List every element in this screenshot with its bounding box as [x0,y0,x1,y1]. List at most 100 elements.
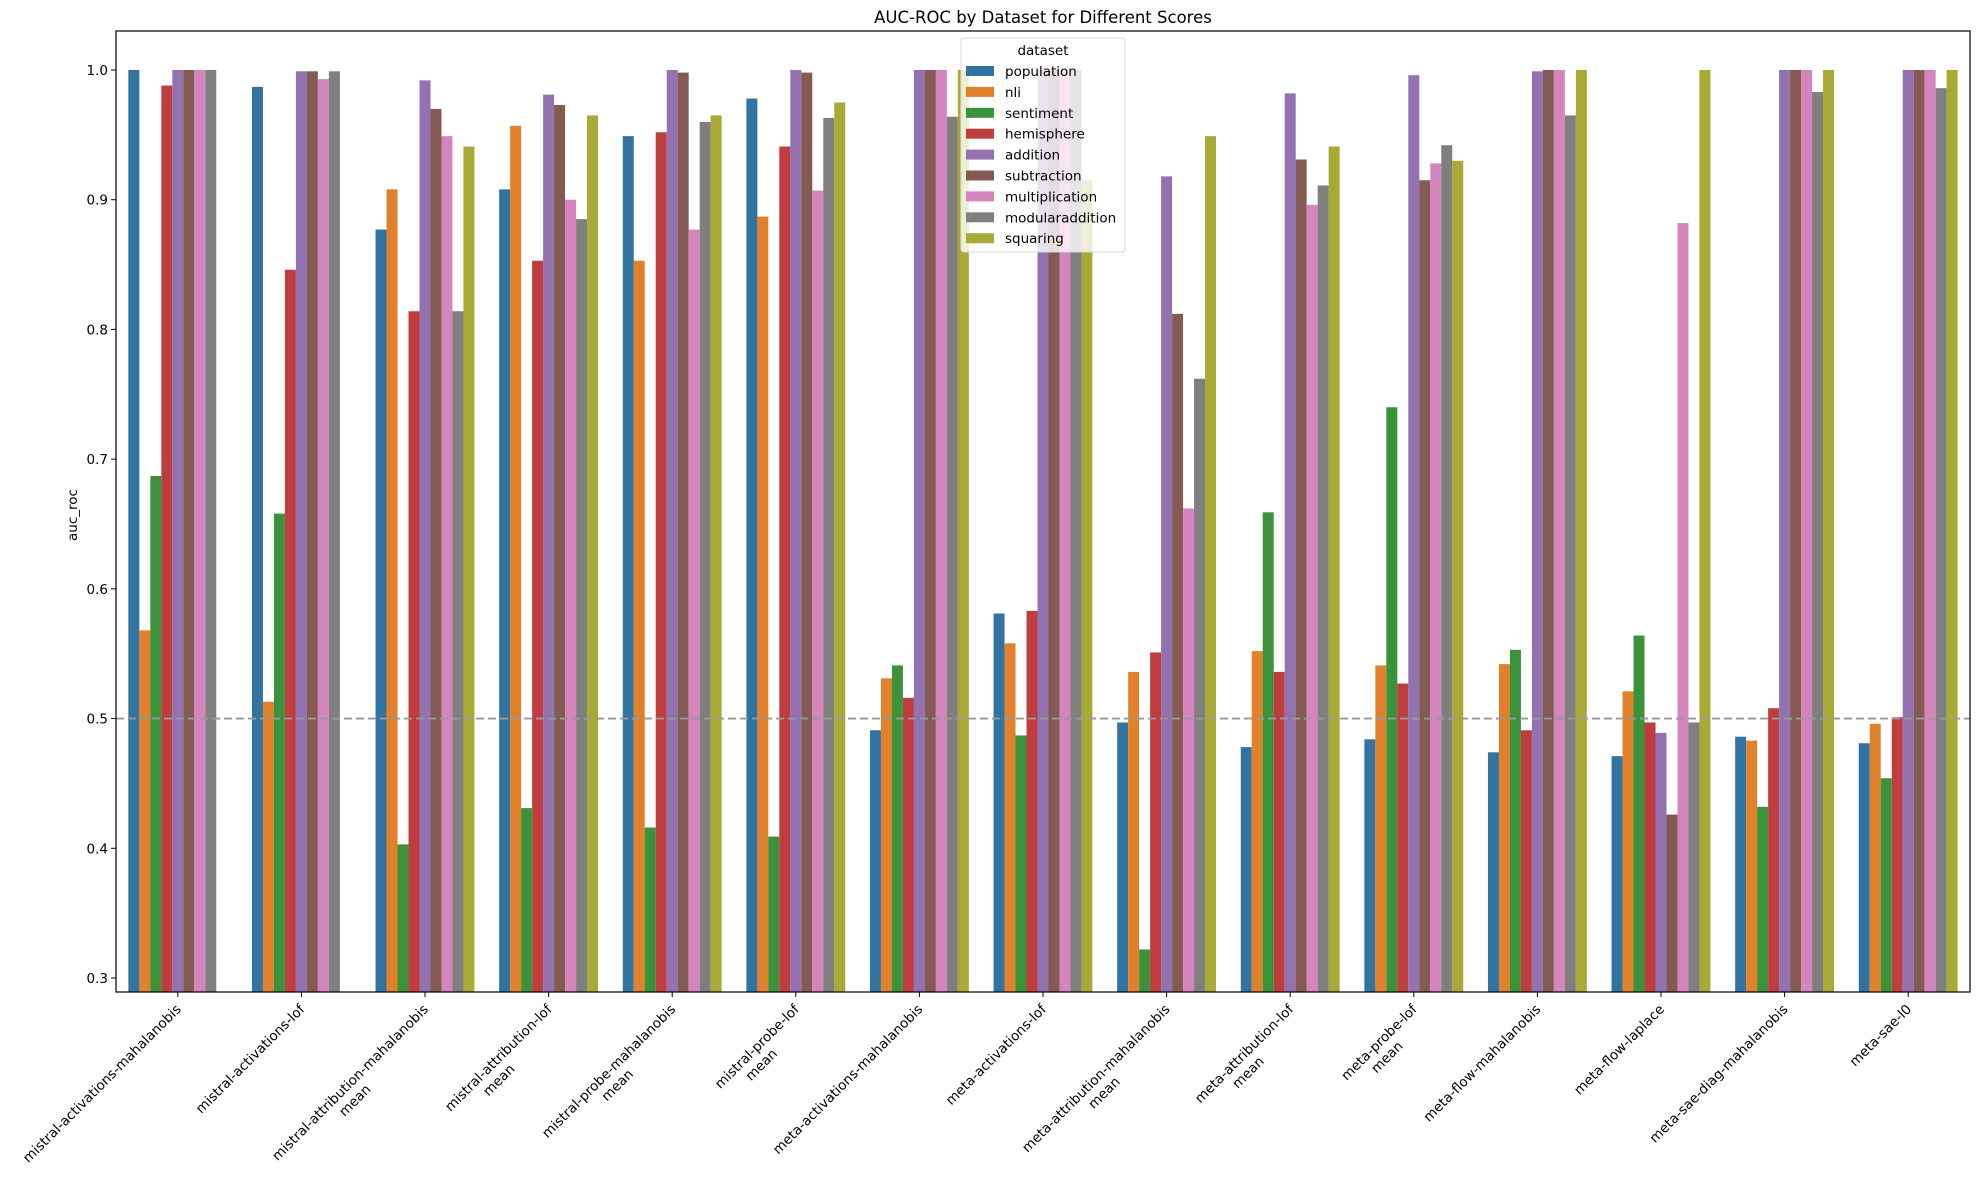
bar-hemisphere-8 [1150,652,1162,992]
bar-squaring-3 [587,115,599,992]
bar-subtraction-1 [306,71,318,993]
bar-hemisphere-11 [1520,730,1532,992]
bar-modularaddition-4 [699,121,711,992]
bar-hemisphere-1 [284,269,296,992]
bar-multiplication-4 [688,229,700,993]
legend-label: squaring [1005,231,1064,247]
y-axis: 0.3 0.4 0.5 0.6 0.7 0.8 0.9 1.0 [87,63,116,987]
x-tick-label: meta-attribution-mahalanobismean [1019,1002,1185,1168]
legend-swatch [966,212,994,223]
bar-squaring-8 [1205,136,1217,992]
x-tick-label: mistral-activations-mahalanobis [20,1002,185,1167]
bar-addition-2 [419,80,431,992]
legend[interactable]: dataset population nli sentiment hemisphere a… [960,37,1126,253]
x-tick-label: mistral-attribution-mahalanobismean [269,1002,443,1176]
bar-population-5 [746,98,758,993]
bar-chart: AUC-ROC by Dataset for Different Scores … [20,8,1971,1176]
bar-subtraction-13 [1790,70,1802,992]
y-tick-label: 1.0 [87,63,108,79]
bar-addition-12 [1655,732,1667,992]
bar-subtraction-3 [554,105,566,992]
bar-nli-8 [1128,671,1140,992]
bar-modularaddition-9 [1317,185,1329,992]
x-tick-label: mistral-activations-lof [193,1001,309,1117]
bar-modularaddition-8 [1194,378,1206,993]
bar-addition-6 [913,70,925,992]
x-tick-label: meta-sae-diag-mahalanobis [1647,1002,1792,1147]
bar-nli-3 [510,125,522,992]
bar-subtraction-11 [1542,70,1554,992]
x-tick-label: meta-activations-lof [943,1001,1051,1109]
bar-population-1 [251,86,263,993]
bar-sentiment-3 [521,808,533,992]
bar-hemisphere-5 [779,146,791,992]
legend-title: dataset [1017,43,1068,59]
bar-hemisphere-9 [1273,671,1285,992]
bar-hemisphere-12 [1644,722,1656,992]
bar-multiplication-2 [441,136,453,992]
bar-hemisphere-6 [902,697,914,992]
y-tick-label: 0.7 [87,452,108,468]
bar-modularaddition-5 [823,117,835,993]
bar-multiplication-11 [1553,70,1565,992]
x-tick-label: meta-flow-laplace [1571,1002,1668,1099]
x-tick-label: meta-attribution-lofmean [1192,1001,1309,1118]
bar-addition-3 [543,94,555,992]
bar-sentiment-14 [1880,778,1892,992]
bar-addition-11 [1531,71,1543,993]
legend-label: nli [1005,85,1021,101]
bar-population-13 [1735,736,1747,992]
bar-subtraction-10 [1419,180,1431,992]
bar-sentiment-8 [1139,949,1151,992]
bar-hemisphere-3 [532,260,544,992]
x-tick-label: meta-flow-mahalanobis [1420,1002,1544,1126]
bar-addition-1 [295,71,307,993]
bar-sentiment-2 [397,844,409,992]
bar-addition-14 [1902,70,1914,992]
bar-modularaddition-6 [946,116,958,992]
bar-population-0 [128,70,140,992]
legend-label: population [1005,64,1077,80]
bar-subtraction-9 [1295,159,1307,992]
bar-nli-10 [1375,665,1387,992]
bar-sentiment-7 [1015,735,1027,992]
bar-sentiment-1 [273,513,285,992]
bar-subtraction-6 [924,70,936,992]
bar-nli-7 [1004,643,1016,992]
y-tick-label: 0.6 [87,582,108,598]
bar-nli-2 [386,189,398,993]
x-tick-label: meta-activations-mahalanobis [770,1002,926,1158]
x-tick-label: mistral-probe-lofmean [712,1001,815,1104]
legend-label: addition [1005,148,1060,164]
bar-modularaddition-0 [205,70,217,992]
bar-squaring-9 [1328,146,1340,992]
x-tick-label: mistral-attribution-lofmean [442,1001,568,1127]
bar-sentiment-12 [1633,635,1645,992]
bar-multiplication-1 [317,79,329,992]
bar-population-9 [1240,747,1252,992]
legend-swatch [966,149,994,160]
bar-population-8 [1117,722,1129,992]
bar-addition-0 [172,70,184,992]
bar-hemisphere-10 [1397,683,1409,992]
bar-squaring-11 [1575,70,1587,992]
bar-modularaddition-2 [452,311,464,992]
bar-multiplication-13 [1801,70,1813,992]
bar-sentiment-11 [1509,649,1521,992]
bar-multiplication-6 [935,70,947,992]
bar-multiplication-10 [1430,163,1442,992]
y-tick-label: 0.3 [87,971,108,987]
bar-hemisphere-14 [1891,717,1903,992]
legend-swatch [966,66,994,76]
legend-swatch [966,233,994,244]
bar-multiplication-9 [1306,204,1318,992]
bar-population-14 [1858,743,1870,992]
bar-addition-4 [666,70,678,992]
bar-population-2 [375,229,387,993]
x-tick-label: meta-sae-l0 [1847,1002,1915,1070]
bar-modularaddition-11 [1564,115,1576,992]
bar-modularaddition-12 [1688,722,1700,992]
bar-squaring-13 [1823,70,1835,992]
bar-nli-0 [139,630,151,992]
bar-squaring-7 [1081,180,1093,992]
